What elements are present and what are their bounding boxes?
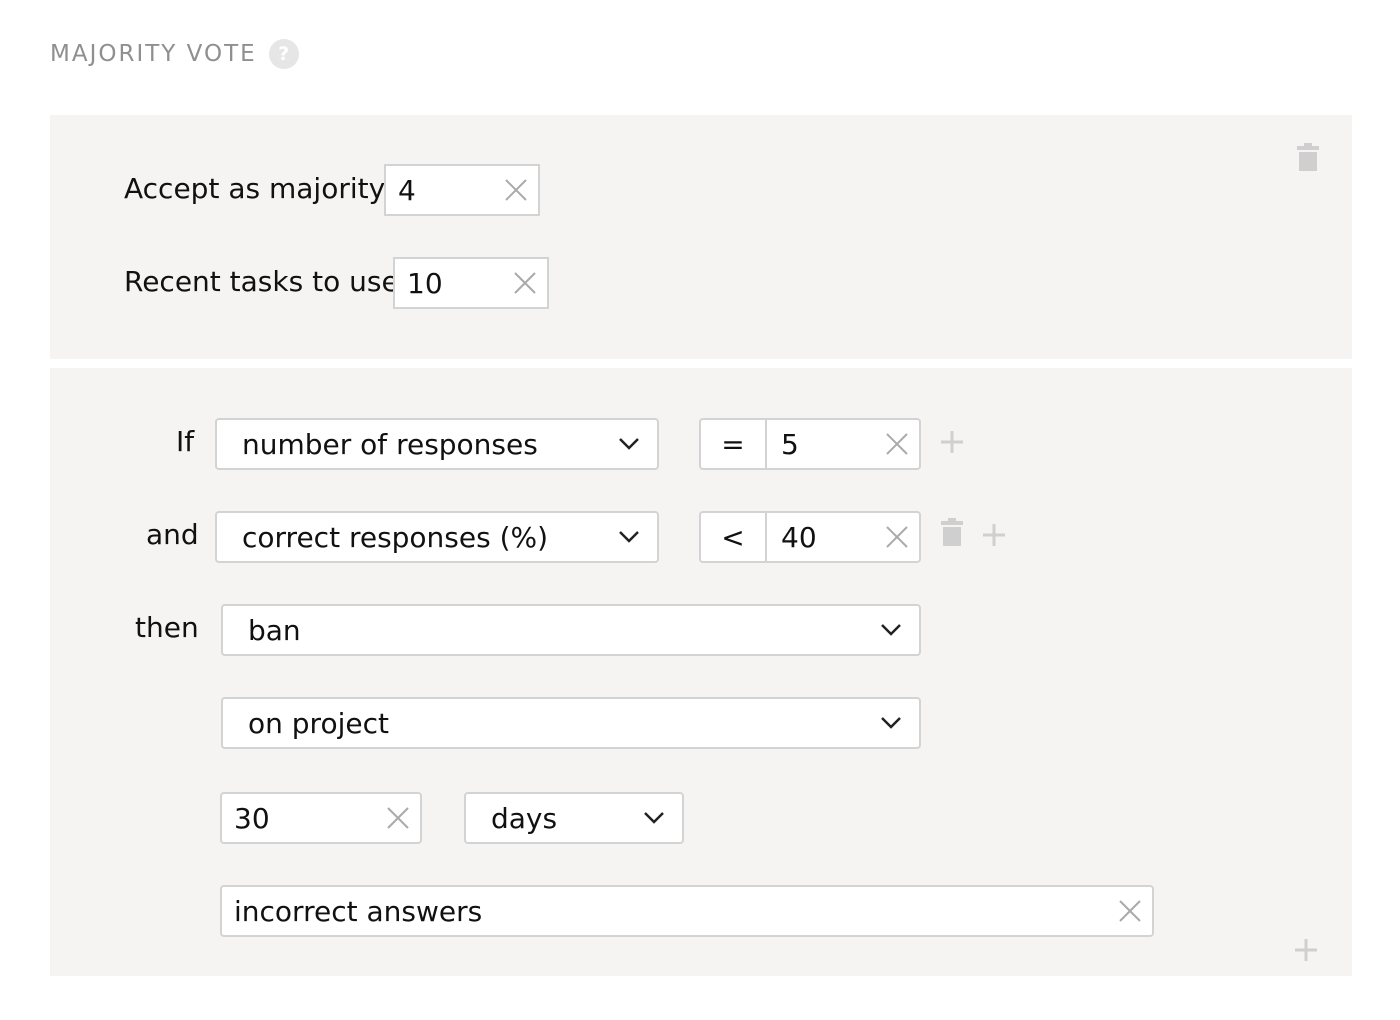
- x-icon: [886, 433, 908, 455]
- reason-value[interactable]: incorrect answers: [222, 895, 1108, 928]
- accept-majority-input[interactable]: 4: [384, 164, 540, 216]
- add-rule-button[interactable]: [1290, 934, 1322, 966]
- accept-majority-value[interactable]: 4: [386, 174, 494, 207]
- condition-field-value: correct responses (%): [242, 520, 549, 554]
- clear-duration-button[interactable]: [376, 794, 420, 842]
- condition-connector-if: If: [176, 425, 195, 458]
- condition-comparison: = 5: [699, 418, 921, 470]
- condition-field-select[interactable]: correct responses (%): [215, 511, 659, 563]
- recent-tasks-label: Recent tasks to use: [124, 265, 399, 298]
- condition-comparison: < 40: [699, 511, 921, 563]
- chevron-down-icon: [619, 531, 639, 543]
- clear-recent-tasks-button[interactable]: [503, 259, 547, 307]
- clear-condition-value-button[interactable]: [875, 513, 919, 561]
- plus-icon: [983, 524, 1005, 546]
- duration-unit-select[interactable]: days: [464, 792, 684, 844]
- then-label: then: [135, 611, 199, 644]
- x-icon: [514, 272, 536, 294]
- plus-icon: [1295, 939, 1317, 961]
- recent-tasks-input[interactable]: 10: [393, 257, 549, 309]
- help-icon[interactable]: ?: [268, 39, 299, 69]
- reason-input[interactable]: incorrect answers: [220, 885, 1154, 937]
- condition-field-select[interactable]: number of responses: [215, 418, 659, 470]
- duration-value[interactable]: 30: [222, 802, 376, 835]
- chevron-down-icon: [881, 717, 901, 729]
- operator-select[interactable]: <: [701, 513, 767, 561]
- add-condition-button[interactable]: [978, 519, 1010, 551]
- chevron-down-icon: [644, 812, 664, 824]
- condition-connector-and: and: [146, 518, 199, 551]
- delete-condition-button[interactable]: [936, 516, 968, 548]
- chevron-down-icon: [619, 438, 639, 450]
- delete-rule-button[interactable]: [1290, 139, 1326, 175]
- plus-icon: [941, 431, 963, 453]
- operator-select[interactable]: =: [701, 420, 767, 468]
- majority-settings-panel: Accept as majority 4 Recent tasks to use…: [50, 115, 1352, 359]
- rule-panel: If number of responses = 5 and correct r…: [50, 368, 1352, 976]
- x-icon: [387, 807, 409, 829]
- duration-input[interactable]: 30: [220, 792, 422, 844]
- section-header: MAJORITY VOTE ?: [50, 36, 299, 72]
- recent-tasks-value[interactable]: 10: [395, 267, 503, 300]
- duration-unit-value: days: [491, 801, 558, 835]
- x-icon: [1119, 900, 1141, 922]
- trash-icon: [941, 518, 963, 546]
- clear-condition-value-button[interactable]: [875, 420, 919, 468]
- scope-select[interactable]: on project: [221, 697, 921, 749]
- condition-field-value: number of responses: [242, 427, 538, 461]
- condition-value-input[interactable]: 40: [767, 513, 875, 561]
- add-condition-button[interactable]: [936, 426, 968, 458]
- x-icon: [505, 179, 527, 201]
- condition-value-input[interactable]: 5: [767, 420, 875, 468]
- clear-reason-button[interactable]: [1108, 887, 1152, 935]
- trash-icon: [1297, 143, 1319, 171]
- scope-value: on project: [248, 706, 389, 740]
- section-title: MAJORITY VOTE: [50, 41, 257, 67]
- chevron-down-icon: [881, 624, 901, 636]
- action-select[interactable]: ban: [221, 604, 921, 656]
- clear-accept-majority-button[interactable]: [494, 166, 538, 214]
- x-icon: [886, 526, 908, 548]
- action-value: ban: [248, 613, 301, 647]
- accept-majority-label: Accept as majority: [124, 172, 386, 205]
